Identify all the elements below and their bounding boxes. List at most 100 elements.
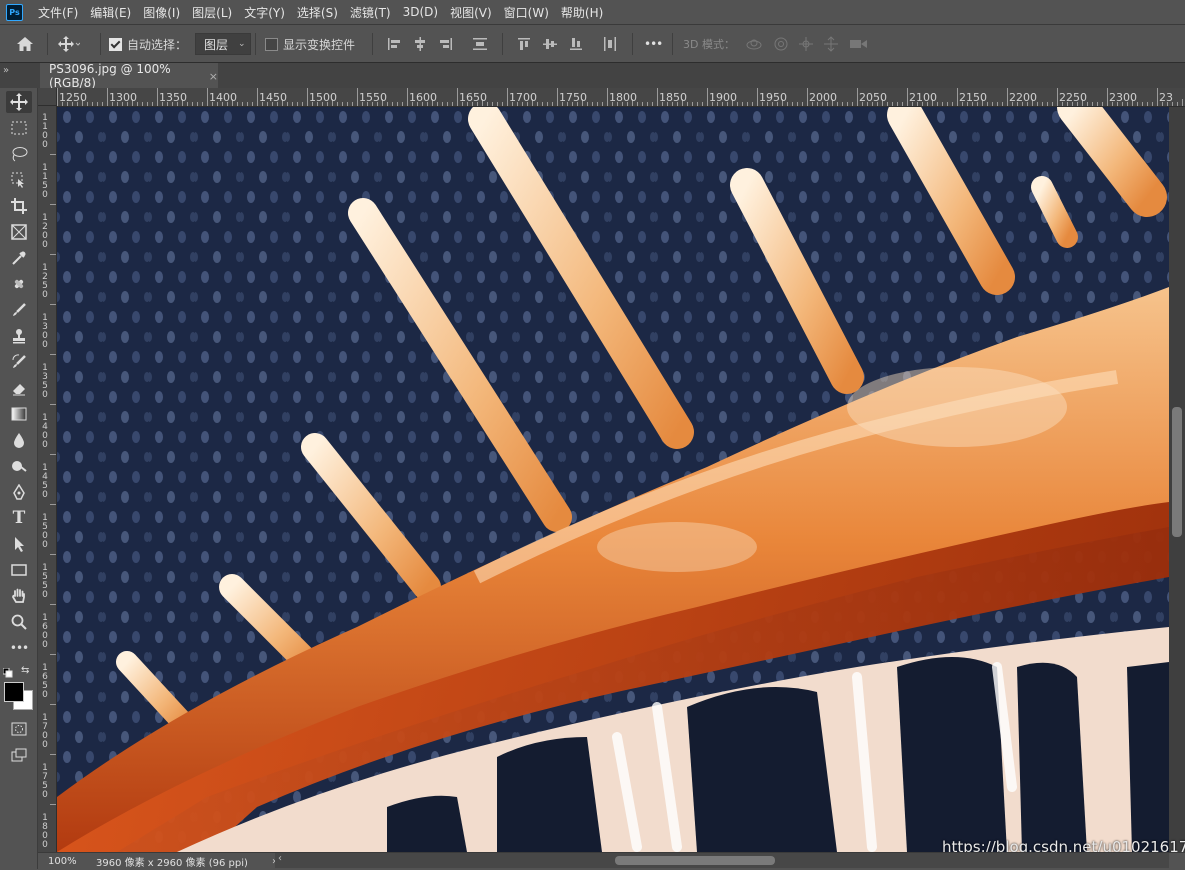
crop-tool[interactable] bbox=[6, 195, 32, 217]
menu-file[interactable]: 文件(F) bbox=[32, 4, 84, 21]
ruler-label: 2300 bbox=[1109, 91, 1137, 104]
3d-orbit-icon bbox=[746, 39, 762, 50]
horizontal-ruler[interactable]: 1250 1300 1350 1400 1450 1500 1550 1600 1650 1700… bbox=[57, 88, 1185, 107]
stamp-icon bbox=[13, 329, 25, 344]
move-icon bbox=[58, 36, 80, 52]
ruler-label: 1800 bbox=[609, 91, 637, 104]
ruler-minor-tick bbox=[1147, 102, 1148, 106]
align-hcenter-button[interactable] bbox=[412, 25, 428, 63]
ruler-label: 2250 bbox=[1059, 91, 1087, 104]
zoom-level[interactable]: 100% bbox=[38, 856, 88, 867]
ruler-major-tick bbox=[1107, 88, 1108, 106]
rectangle-tool[interactable] bbox=[6, 559, 32, 581]
path-selection-tool[interactable] bbox=[6, 533, 32, 555]
rectangle-shape-icon bbox=[11, 564, 27, 576]
align-horizontal-center-icon bbox=[415, 37, 425, 51]
clone-stamp-tool[interactable] bbox=[6, 325, 32, 347]
healing-brush-tool[interactable] bbox=[6, 273, 32, 295]
vertical-ruler[interactable]: 1100115012001250130013501400145015001550… bbox=[38, 106, 57, 852]
home-button[interactable] bbox=[16, 25, 34, 63]
auto-select-target-dropdown[interactable]: 图层 ⌄ bbox=[195, 33, 251, 55]
menu-view[interactable]: 视图(V) bbox=[444, 4, 498, 21]
show-transform-label: 显示变换控件 bbox=[283, 37, 356, 52]
vertical-scroll-thumb[interactable] bbox=[1172, 407, 1182, 537]
3d-scale-button[interactable] bbox=[849, 25, 869, 63]
frame-tool[interactable] bbox=[6, 221, 32, 243]
align-vcenter-button[interactable] bbox=[542, 25, 558, 63]
align-bottom-button[interactable] bbox=[568, 25, 584, 63]
swap-colors-icon[interactable]: ⇆ bbox=[21, 665, 29, 676]
ruler-major-tick bbox=[50, 804, 56, 805]
3d-orbit-button[interactable] bbox=[745, 25, 763, 63]
3d-slide-button[interactable] bbox=[822, 25, 840, 63]
dodge-tool[interactable] bbox=[6, 455, 32, 477]
document-tab-title: PS3096.jpg @ 100%(RGB/8) bbox=[49, 62, 171, 90]
ruler-major-tick bbox=[857, 88, 858, 106]
menu-image[interactable]: 图像(I) bbox=[137, 4, 186, 21]
vertical-scrollbar[interactable] bbox=[1169, 107, 1185, 852]
edit-toolbar-button[interactable]: ••• bbox=[6, 637, 32, 659]
show-transform-checkbox[interactable]: 显示变换控件 bbox=[265, 25, 355, 63]
menu-type[interactable]: 文字(Y) bbox=[238, 4, 291, 21]
close-tab-icon[interactable]: × bbox=[209, 70, 218, 83]
ruler-minor-tick bbox=[1097, 102, 1098, 106]
menu-bar: Ps 文件(F) 编辑(E) 图像(I) 图层(L) 文字(Y) 选择(S) 滤… bbox=[0, 0, 1185, 24]
menu-window[interactable]: 窗口(W) bbox=[498, 4, 555, 21]
layer-select-value: 图层 bbox=[204, 37, 229, 52]
auto-select-checkbox[interactable]: 自动选择： bbox=[109, 25, 187, 63]
gradient-tool[interactable] bbox=[6, 403, 32, 425]
marquee-tool[interactable] bbox=[6, 117, 32, 139]
screen-mode-button[interactable] bbox=[6, 744, 32, 766]
ruler-minor-tick bbox=[502, 102, 503, 106]
ruler-minor-tick bbox=[447, 102, 448, 106]
hand-tool[interactable] bbox=[6, 585, 32, 607]
menu-help[interactable]: 帮助(H) bbox=[555, 4, 609, 21]
brush-tool[interactable] bbox=[6, 299, 32, 321]
home-icon bbox=[17, 37, 33, 51]
collapse-panels-icon[interactable]: » bbox=[3, 65, 9, 76]
blur-tool[interactable] bbox=[6, 429, 32, 451]
scroll-left-arrow-icon[interactable]: ‹ bbox=[278, 853, 282, 864]
menu-layer[interactable]: 图层(L) bbox=[186, 4, 238, 21]
object-select-tool[interactable] bbox=[6, 169, 32, 191]
3d-pan-button[interactable] bbox=[797, 25, 815, 63]
distribute-vertical-button[interactable] bbox=[472, 25, 488, 63]
pen-tool[interactable] bbox=[6, 481, 32, 503]
3d-roll-button[interactable] bbox=[772, 25, 790, 63]
default-colors-icon[interactable] bbox=[2, 667, 13, 678]
document-tab[interactable]: PS3096.jpg @ 100%(RGB/8) × bbox=[40, 62, 218, 90]
quick-mask-button[interactable] bbox=[6, 718, 32, 740]
document-canvas[interactable] bbox=[57, 107, 1169, 852]
ruler-minor-tick bbox=[737, 102, 738, 106]
ruler-major-tick bbox=[257, 88, 258, 106]
horizontal-scrollbar[interactable]: ‹ bbox=[275, 853, 1169, 868]
distribute-horizontal-button[interactable] bbox=[602, 25, 618, 63]
foreground-color-swatch[interactable] bbox=[4, 682, 24, 702]
menu-3d[interactable]: 3D(D) bbox=[397, 5, 444, 19]
ruler-minor-tick bbox=[752, 102, 753, 106]
move-tool[interactable] bbox=[6, 91, 32, 113]
ruler-minor-tick bbox=[692, 102, 693, 106]
menu-filter[interactable]: 滤镜(T) bbox=[344, 4, 397, 21]
align-top-button[interactable] bbox=[516, 25, 532, 63]
ruler-minor-tick bbox=[1137, 102, 1138, 106]
ruler-minor-tick bbox=[842, 102, 843, 106]
history-brush-tool[interactable] bbox=[6, 351, 32, 373]
ruler-origin-corner[interactable] bbox=[38, 88, 57, 106]
ruler-label: 2150 bbox=[959, 91, 987, 104]
align-left-button[interactable] bbox=[386, 25, 402, 63]
eyedropper-tool[interactable] bbox=[6, 247, 32, 269]
lasso-tool[interactable] bbox=[6, 143, 32, 165]
eraser-tool[interactable] bbox=[6, 377, 32, 399]
ruler-major-tick bbox=[757, 88, 758, 106]
ruler-label: 0 bbox=[42, 140, 48, 150]
menu-edit[interactable]: 编辑(E) bbox=[84, 4, 137, 21]
ruler-minor-tick bbox=[987, 102, 988, 106]
menu-select[interactable]: 选择(S) bbox=[291, 4, 344, 21]
horizontal-scroll-thumb[interactable] bbox=[615, 856, 775, 865]
align-right-button[interactable] bbox=[438, 25, 454, 63]
type-tool[interactable]: T bbox=[6, 507, 32, 529]
move-tool-preset-button[interactable] bbox=[58, 25, 80, 63]
zoom-tool[interactable] bbox=[6, 611, 32, 633]
more-options-button[interactable]: ••• bbox=[644, 25, 663, 63]
